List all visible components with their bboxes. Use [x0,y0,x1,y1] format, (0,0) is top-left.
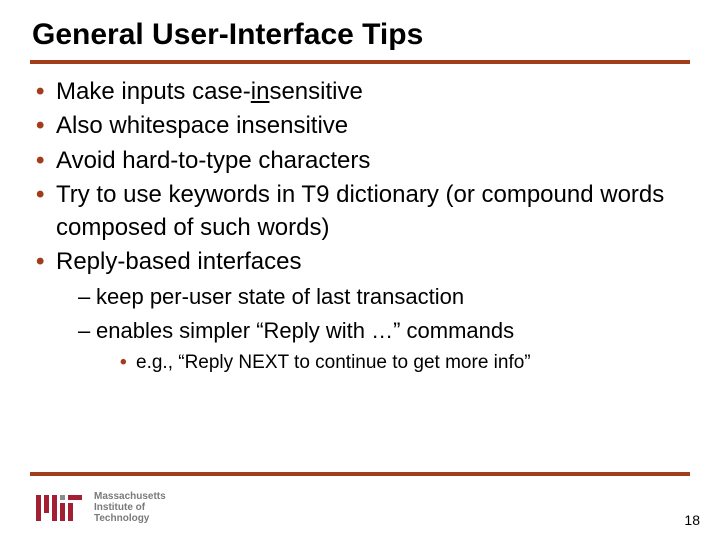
bullet-text: Try to use keywords in T9 dictionary (or… [56,181,664,240]
bullet-icon: • [36,76,44,108]
sub-sub-bullet-text: e.g., “Reply NEXT to continue to get mor… [136,352,531,373]
bullet-item: • Reply-based interfaces – keep per-user… [36,246,690,375]
sub-sub-bullet-list: • e.g., “Reply NEXT to continue to get m… [96,350,690,376]
title-underline [30,60,690,64]
bullet-icon: • [36,179,44,211]
bullet-list: • Make inputs case-insensitive • Also wh… [30,76,690,375]
sub-bullet-item: – enables simpler “Reply with …” command… [78,316,690,375]
sub-bullet-text: enables simpler “Reply with …” commands [96,318,514,343]
mit-logo-icon [36,495,84,521]
bullet-text: Also whitespace insensitive [56,112,348,139]
page-number: 18 [684,512,700,528]
bullet-item: • Also whitespace insensitive [36,110,690,142]
text-fragment: sensitive [269,78,362,105]
bullet-item: • Avoid hard-to-type characters [36,145,690,177]
dash-icon: – [78,282,90,312]
logo-line: Technology [94,513,166,524]
bullet-item: • Try to use keywords in T9 dictionary (… [36,179,690,244]
bullet-text: Make inputs case-insensitive [56,78,363,105]
sub-bullet-item: – keep per-user state of last transactio… [78,282,690,312]
logo-line: Massachusetts [94,491,166,502]
slide: General User-Interface Tips • Make input… [0,0,720,540]
text-fragment: Make inputs case- [56,78,251,105]
bullet-icon: • [36,110,44,142]
logo-line: Institute of [94,502,166,513]
bullet-item: • Make inputs case-insensitive [36,76,690,108]
bullet-text: Avoid hard-to-type characters [56,147,370,174]
sub-bullet-text: keep per-user state of last transaction [96,284,464,309]
bullet-text: Reply-based interfaces [56,248,301,275]
text-underlined: in [251,78,270,105]
bullet-icon: • [36,246,44,278]
dash-icon: – [78,316,90,346]
sub-sub-bullet-item: • e.g., “Reply NEXT to continue to get m… [120,350,690,376]
bullet-icon: • [36,145,44,177]
footer-rule [30,472,690,476]
sub-bullet-list: – keep per-user state of last transactio… [56,282,690,375]
slide-title: General User-Interface Tips [32,18,690,52]
mit-logo: Massachusetts Institute of Technology [36,491,166,524]
mit-logo-text: Massachusetts Institute of Technology [94,491,166,524]
bullet-icon: • [120,350,127,376]
